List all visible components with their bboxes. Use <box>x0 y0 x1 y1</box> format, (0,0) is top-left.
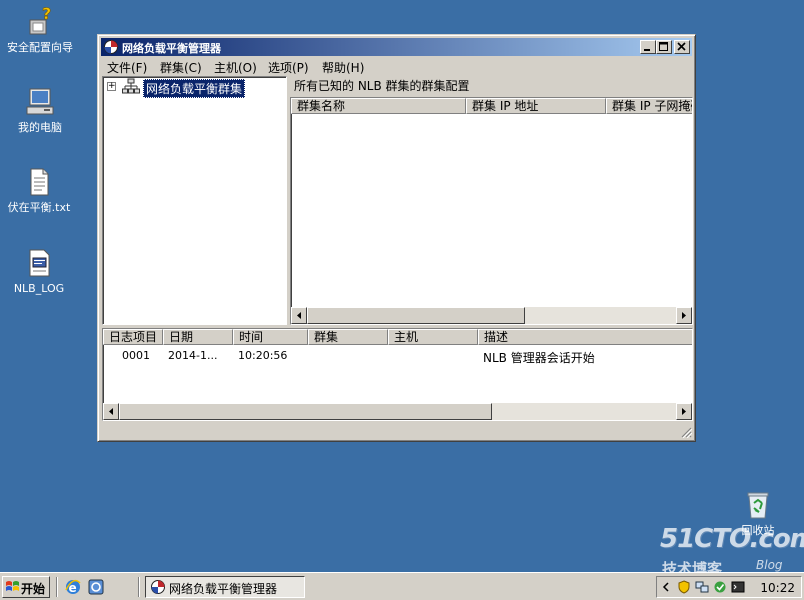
scroll-thumb[interactable] <box>307 307 525 324</box>
minimize-icon <box>644 49 650 51</box>
close-icon <box>677 42 686 51</box>
nlb-manager-window[interactable]: 网络负载平衡管理器 文件(F) 群集(C) 主机(O) 选项(P) 帮助(H) … <box>97 34 696 442</box>
log-entry-cell: 0001 <box>122 349 150 362</box>
tree-root-nlb-clusters[interactable]: 网络负载平衡群集 <box>143 79 246 98</box>
column-cluster-ip[interactable]: 群集 IP 地址 <box>466 98 606 114</box>
menu-file[interactable]: 文件(F) <box>107 59 147 76</box>
maximize-button[interactable] <box>656 40 672 54</box>
security-wizard-icon: ? <box>24 4 56 38</box>
desktop-icon-nlb-log[interactable]: NLB_LOG <box>0 247 79 295</box>
column-time[interactable]: 时间 <box>233 329 308 345</box>
maximize-icon <box>659 42 668 51</box>
watermark: 51CTO.com 技术博客 Blog <box>660 524 804 578</box>
log-list-hscroll[interactable] <box>103 403 692 420</box>
tray-chevron-icon[interactable] <box>660 580 674 594</box>
arrow-left-icon <box>297 312 301 319</box>
close-button[interactable] <box>674 40 690 54</box>
column-cluster-subnet[interactable]: 群集 IP 子网掩码 <box>606 98 692 114</box>
desktop-icon-my-computer[interactable]: 我的电脑 <box>0 86 80 134</box>
title-bar[interactable]: 网络负载平衡管理器 <box>101 38 692 56</box>
desktop-icon-label: NLB_LOG <box>13 282 65 295</box>
scroll-left-button[interactable] <box>291 307 307 324</box>
menu-cluster[interactable]: 群集(C) <box>160 59 202 76</box>
taskbar-button-nlb-manager[interactable]: 网络负载平衡管理器 <box>145 576 305 598</box>
tray-update-icon[interactable] <box>713 580 727 594</box>
tray-console-icon[interactable] <box>731 580 745 594</box>
watermark-blog: Blog <box>756 558 783 572</box>
my-computer-icon <box>24 86 56 118</box>
cluster-list-header: 群集名称 群集 IP 地址 群集 IP 子网掩码 <box>291 98 692 114</box>
log-description-cell: NLB 管理器会话开始 <box>483 351 595 365</box>
cluster-panel-heading: 所有已知的 NLB 群集的群集配置 <box>294 79 470 93</box>
windows-logo-icon <box>6 581 19 591</box>
tray-network-icon[interactable] <box>695 580 709 594</box>
recycle-bin-icon <box>742 489 774 521</box>
menu-bar: 文件(F) 群集(C) 主机(O) 选项(P) 帮助(H) <box>101 57 692 75</box>
taskbar: 开始 e 网络负载平衡管理器 10:22 <box>0 572 804 600</box>
column-cluster-name[interactable]: 群集名称 <box>291 98 466 114</box>
table-row[interactable]: 0001 2014-1... 10:20:56 NLB 管理器会话开始 <box>103 347 692 365</box>
desktop-icon-label: 我的电脑 <box>18 121 62 134</box>
system-tray: 10:22 <box>656 576 802 598</box>
minimize-button[interactable] <box>640 40 656 54</box>
menu-help[interactable]: 帮助(H) <box>322 59 364 76</box>
text-file-icon <box>23 166 55 198</box>
log-time-cell: 10:20:56 <box>238 349 288 362</box>
arrow-left-icon <box>109 408 113 415</box>
desktop-icon-text-file[interactable]: 伏在平衡.txt <box>0 166 79 214</box>
arrow-right-icon <box>682 408 686 415</box>
log-file-icon <box>23 247 55 279</box>
desktop-icon-label: 伏在平衡.txt <box>7 201 71 214</box>
watermark-brand: 51CTO.com <box>660 524 804 554</box>
taskbar-separator <box>56 577 58 597</box>
column-date[interactable]: 日期 <box>163 329 233 345</box>
scroll-thumb[interactable] <box>119 403 492 420</box>
column-cluster[interactable]: 群集 <box>308 329 388 345</box>
scroll-right-button[interactable] <box>676 403 692 420</box>
start-button[interactable]: 开始 <box>2 576 50 598</box>
scroll-left-button[interactable] <box>103 403 119 420</box>
column-host[interactable]: 主机 <box>388 329 478 345</box>
desktop-icon-label: 安全配置向导 <box>7 41 73 54</box>
cluster-tree-pane[interactable]: + 网络负载平衡群集 <box>102 76 287 325</box>
nlb-app-icon <box>151 580 165 594</box>
log-list[interactable]: 日志项目 日期 时间 群集 主机 描述 0001 2014-1... 10:20… <box>102 328 693 421</box>
tree-expander[interactable]: + <box>107 82 116 91</box>
cluster-network-icon <box>122 78 140 95</box>
resize-grip-icon[interactable] <box>680 426 693 439</box>
taskbar-separator <box>138 577 140 597</box>
menu-host[interactable]: 主机(O) <box>214 59 257 76</box>
window-title: 网络负载平衡管理器 <box>122 42 221 55</box>
tray-shield-icon[interactable] <box>677 580 691 594</box>
column-log-entry[interactable]: 日志项目 <box>103 329 163 345</box>
desktop-icon-security-wizard[interactable]: ? 安全配置向导 <box>0 4 80 54</box>
cluster-list[interactable]: 群集名称 群集 IP 地址 群集 IP 子网掩码 <box>290 97 693 325</box>
arrow-right-icon <box>682 312 686 319</box>
quicklaunch-ie-icon[interactable]: e <box>64 578 82 596</box>
cluster-list-hscroll[interactable] <box>291 307 692 324</box>
svg-text:?: ? <box>42 6 51 23</box>
taskbar-clock[interactable]: 10:22 <box>760 581 795 595</box>
taskbar-button-label: 网络负载平衡管理器 <box>169 582 278 596</box>
start-label: 开始 <box>21 582 46 596</box>
log-date-cell: 2014-1... <box>168 349 218 362</box>
column-description[interactable]: 描述 <box>478 329 692 345</box>
scroll-right-button[interactable] <box>676 307 692 324</box>
quicklaunch-app-icon[interactable] <box>87 578 105 596</box>
nlb-app-icon <box>103 39 119 55</box>
menu-options[interactable]: 选项(P) <box>268 59 309 76</box>
log-list-header: 日志项目 日期 时间 群集 主机 描述 <box>103 329 692 345</box>
